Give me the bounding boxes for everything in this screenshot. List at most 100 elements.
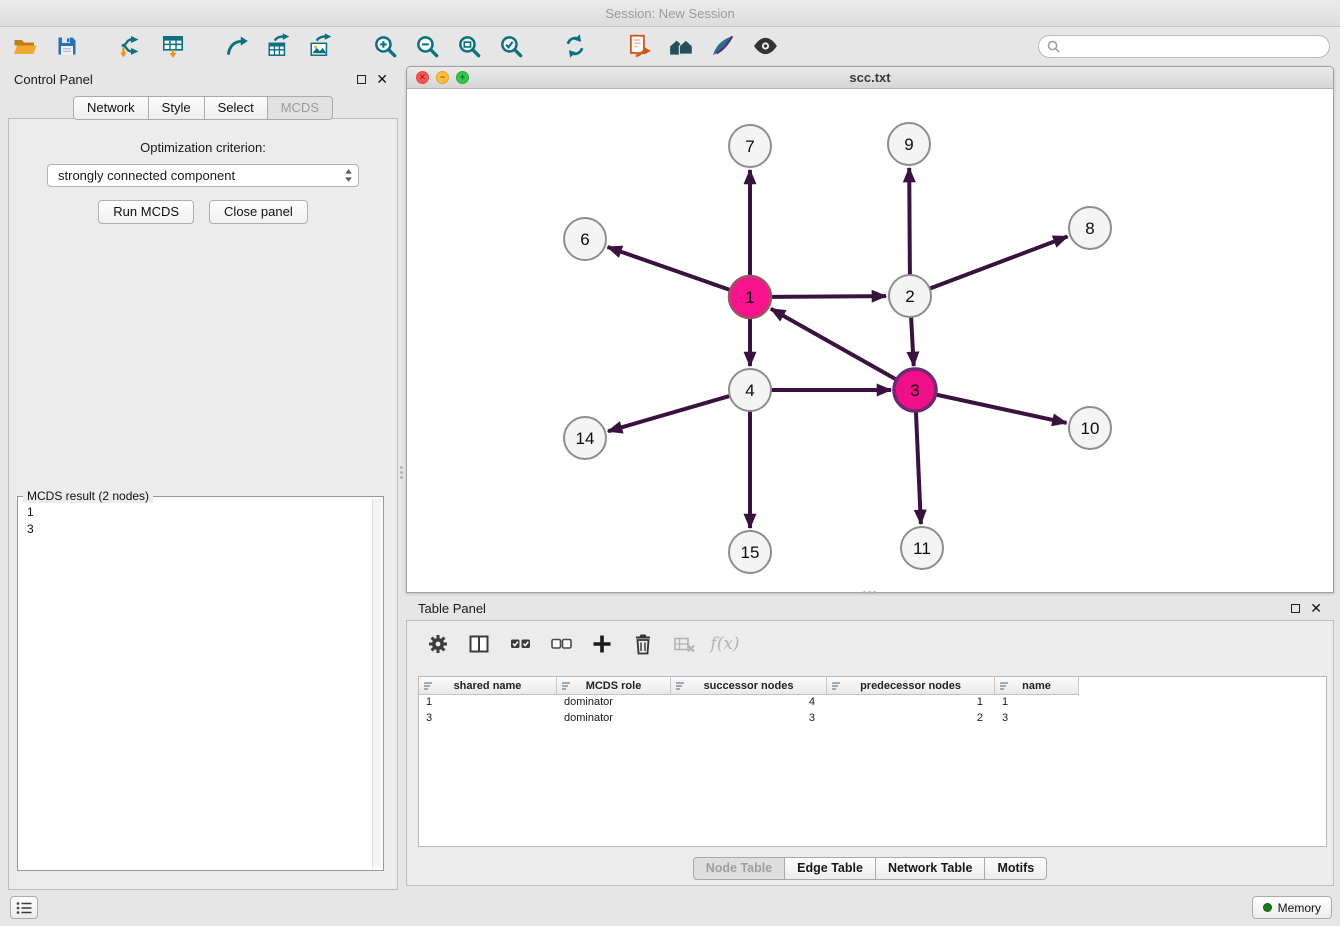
table-cell[interactable]: 2 <box>827 711 995 727</box>
tab-motifs[interactable]: Motifs <box>985 857 1047 880</box>
tab-node-table[interactable]: Node Table <box>693 857 785 880</box>
column-header-label: predecessor nodes <box>860 680 961 692</box>
table-row[interactable]: 3dominator323 <box>419 711 1326 727</box>
node-11[interactable]: 11 <box>901 527 943 569</box>
first-neighbors-button[interactable] <box>666 31 696 61</box>
table-cell[interactable]: 3 <box>419 711 557 727</box>
tab-style[interactable]: Style <box>149 96 205 120</box>
table-cell[interactable]: 4 <box>671 695 827 711</box>
delete-column-button[interactable] <box>629 630 657 658</box>
column-header-mcds-role[interactable]: MCDS role <box>557 677 671 695</box>
column-header-shared-name[interactable]: shared name <box>419 677 557 695</box>
memory-status-dot-icon <box>1263 903 1272 912</box>
new-network-from-selection-button[interactable] <box>624 31 654 61</box>
tab-edge-table[interactable]: Edge Table <box>785 857 876 880</box>
memory-button[interactable]: Memory <box>1252 896 1332 919</box>
node-3[interactable]: 3 <box>894 369 936 411</box>
column-header-predecessor-nodes[interactable]: predecessor nodes <box>827 677 995 695</box>
node-7[interactable]: 7 <box>729 125 771 167</box>
apply-layout-button[interactable] <box>560 31 590 61</box>
save-session-button[interactable] <box>52 31 82 61</box>
table-settings-button[interactable] <box>424 630 452 658</box>
zoom-out-icon <box>415 34 440 59</box>
add-column-button[interactable] <box>588 630 616 658</box>
edge-4-14[interactable] <box>608 396 730 431</box>
node-1[interactable]: 1 <box>729 276 771 318</box>
columns-icon <box>467 632 491 656</box>
show-columns-button[interactable] <box>465 630 493 658</box>
zoom-traffic-light[interactable]: + <box>456 71 469 84</box>
close-table-panel-icon[interactable]: ✕ <box>1310 601 1322 615</box>
table-cell[interactable]: dominator <box>557 711 671 727</box>
sort-icon <box>675 681 685 691</box>
node-15[interactable]: 15 <box>729 531 771 573</box>
node-6[interactable]: 6 <box>564 218 606 260</box>
open-session-button[interactable] <box>10 31 40 61</box>
horizontal-splitter-handle[interactable] <box>858 589 880 596</box>
close-panel-icon[interactable]: ✕ <box>376 72 388 86</box>
show-hide-button[interactable] <box>750 31 780 61</box>
control-panel-title: Control Panel <box>14 72 93 87</box>
edge-3-11[interactable] <box>916 411 921 524</box>
sort-icon <box>999 681 1009 691</box>
import-network-button[interactable] <box>116 31 146 61</box>
table-cell[interactable]: 1 <box>827 695 995 711</box>
vertical-splitter-handle[interactable] <box>398 461 405 483</box>
edge-3-1[interactable] <box>771 309 897 380</box>
sort-icon <box>561 681 571 691</box>
edge-2-8[interactable] <box>930 237 1068 289</box>
function-builder-button[interactable]: f(x) <box>711 630 739 658</box>
float-panel-icon[interactable] <box>357 75 366 84</box>
zoom-in-button[interactable] <box>370 31 400 61</box>
delete-table-button[interactable] <box>670 630 698 658</box>
minimize-traffic-light[interactable]: − <box>436 71 449 84</box>
edge-1-2[interactable] <box>771 296 886 297</box>
tab-network-table[interactable]: Network Table <box>876 857 986 880</box>
node-4[interactable]: 4 <box>729 369 771 411</box>
node-14[interactable]: 14 <box>564 417 606 459</box>
run-mcds-button[interactable]: Run MCDS <box>98 200 194 224</box>
table-cell[interactable]: 3 <box>671 711 827 727</box>
network-window-titlebar[interactable]: ✕ − + scc.txt <box>407 67 1333 89</box>
edge-2-9[interactable] <box>909 168 910 275</box>
close-panel-button[interactable]: Close panel <box>209 200 308 224</box>
network-canvas[interactable]: 7 9 6 8 1 2 4 3 14 10 15 11 <box>407 89 1333 592</box>
table-row[interactable]: 1dominator411 <box>419 695 1326 711</box>
search-field[interactable] <box>1038 35 1330 58</box>
apply-style-button[interactable] <box>708 31 738 61</box>
column-header-name[interactable]: name <box>995 677 1079 695</box>
criterion-value: strongly connected component <box>58 168 235 183</box>
task-history-button[interactable] <box>10 896 38 919</box>
node-9[interactable]: 9 <box>888 123 930 165</box>
export-network-button[interactable] <box>222 31 252 61</box>
floppy-disk-icon <box>55 34 79 58</box>
import-network-icon <box>118 33 144 59</box>
column-header-successor-nodes[interactable]: successor nodes <box>671 677 827 695</box>
criterion-select[interactable]: strongly connected component <box>47 164 359 187</box>
close-traffic-light[interactable]: ✕ <box>416 71 429 84</box>
zoom-selected-button[interactable] <box>496 31 526 61</box>
result-scrollbar[interactable] <box>372 499 381 868</box>
export-table-button[interactable] <box>264 31 294 61</box>
node-2[interactable]: 2 <box>889 275 931 317</box>
zoom-out-button[interactable] <box>412 31 442 61</box>
table-cell[interactable]: 1 <box>995 695 1079 711</box>
tab-mcds[interactable]: MCDS <box>268 96 333 120</box>
table-cell[interactable]: 3 <box>995 711 1079 727</box>
table-cell[interactable]: 1 <box>419 695 557 711</box>
edge-2-3[interactable] <box>911 317 914 366</box>
node-8[interactable]: 8 <box>1069 207 1111 249</box>
node-10[interactable]: 10 <box>1069 407 1111 449</box>
table-cell[interactable]: dominator <box>557 695 671 711</box>
import-table-button[interactable] <box>158 31 188 61</box>
deselect-all-rows-button[interactable] <box>547 630 575 658</box>
tab-select[interactable]: Select <box>205 96 268 120</box>
export-image-button[interactable] <box>306 31 336 61</box>
search-input[interactable] <box>1065 39 1321 53</box>
edge-3-10[interactable] <box>936 395 1067 423</box>
float-table-panel-icon[interactable] <box>1291 604 1300 613</box>
select-all-rows-button[interactable] <box>506 630 534 658</box>
zoom-fit-button[interactable] <box>454 31 484 61</box>
tab-network[interactable]: Network <box>73 96 149 120</box>
edge-1-6[interactable] <box>608 247 731 290</box>
